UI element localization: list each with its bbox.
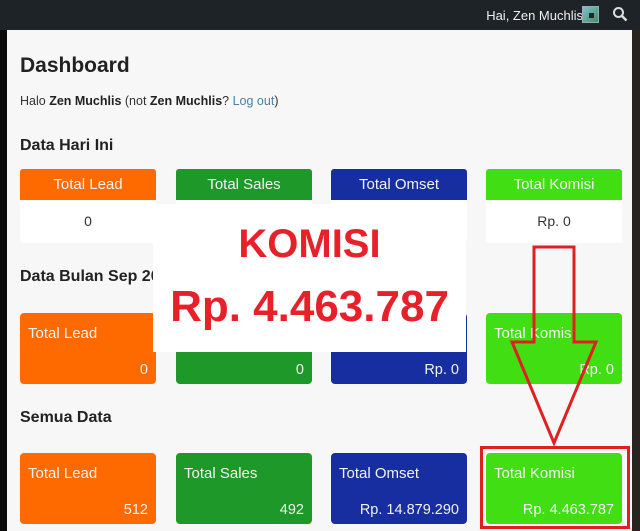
- card-label: Total Sales: [184, 465, 258, 482]
- section-title-month: Data Bulan Sep 20: [20, 268, 160, 285]
- card-value: Rp. 14.879.290: [359, 502, 459, 518]
- card-value: 0: [20, 200, 156, 243]
- card-label: Total Omset: [339, 465, 420, 482]
- hello-prefix: Halo: [20, 94, 50, 108]
- user-name-2: Zen Muchlis: [149, 94, 223, 108]
- highlight-box: [480, 446, 630, 529]
- hello-suffix: ): [274, 94, 279, 108]
- card-label: Total Omset: [331, 169, 467, 200]
- today-card-lead: Total Lead 0: [20, 169, 156, 243]
- hello-mid: (not: [121, 94, 150, 108]
- card-value: 0: [139, 362, 148, 378]
- avatar[interactable]: [582, 6, 599, 23]
- card-label: Total Lead: [28, 325, 98, 342]
- all-card-lead: Total Lead 512: [20, 453, 156, 524]
- card-label: Total Komisi: [486, 169, 622, 200]
- komisi-callout: KOMISI Rp. 4.463.787: [153, 204, 466, 352]
- left-sidebar-edge: [0, 30, 7, 531]
- card-label: Total Lead: [28, 465, 98, 482]
- admin-topbar: Hai, Zen Muchlis: [0, 0, 640, 30]
- all-card-sales: Total Sales 492: [176, 453, 312, 524]
- all-card-omset: Total Omset Rp. 14.879.290: [331, 453, 467, 524]
- section-title-all: Semua Data: [20, 409, 112, 426]
- card-value: 492: [279, 502, 304, 518]
- hello-q: ?: [222, 94, 233, 108]
- page-title: Dashboard: [20, 54, 130, 77]
- month-card-lead: Total Lead 0: [20, 313, 156, 384]
- card-value: 512: [123, 502, 148, 518]
- callout-amount: Rp. 4.463.787: [170, 282, 449, 331]
- logout-link[interactable]: Log out: [233, 94, 275, 108]
- card-label: Total Sales: [176, 169, 312, 200]
- hello-text: Halo Zen Muchlis (not Zen Muchlis? Log o…: [20, 94, 278, 108]
- card-label: Total Lead: [20, 169, 156, 200]
- today-card-komisi: Total Komisi Rp. 0: [486, 169, 622, 243]
- card-value: Rp. 0: [424, 362, 459, 378]
- search-icon[interactable]: [612, 6, 628, 22]
- section-title-today: Data Hari Ini: [20, 137, 114, 154]
- user-name: Zen Muchlis: [49, 94, 122, 108]
- card-value: 0: [295, 362, 304, 378]
- down-arrow-icon: [509, 245, 599, 447]
- card-value: Rp. 0: [486, 200, 622, 243]
- callout-title: KOMISI: [238, 222, 381, 266]
- user-greeting[interactable]: Hai, Zen Muchlis: [486, 8, 583, 23]
